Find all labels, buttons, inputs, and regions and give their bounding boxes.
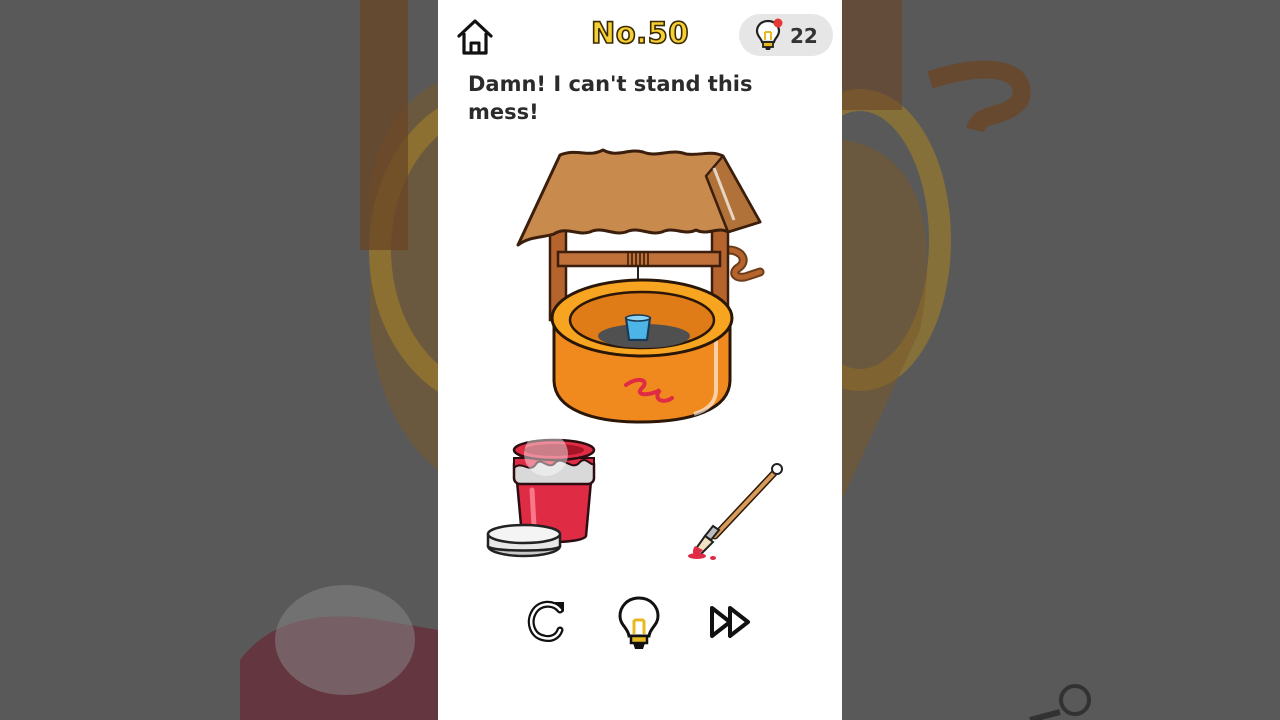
hint-button[interactable] xyxy=(610,590,668,656)
skip-button[interactable] xyxy=(702,590,760,656)
control-bar xyxy=(438,590,842,660)
puzzle-scene xyxy=(438,140,842,440)
fast-forward-icon xyxy=(710,606,750,638)
lightbulb-icon xyxy=(755,18,783,50)
paint-brush-icon xyxy=(688,463,783,560)
restart-button[interactable] xyxy=(520,590,578,656)
paint-bucket-icon xyxy=(486,432,596,558)
puzzle-prompt: Damn! I can't stand this mess! xyxy=(468,72,753,124)
hint-count: 22 xyxy=(790,24,818,48)
restart-icon xyxy=(527,600,564,642)
hint-counter[interactable]: 22 xyxy=(739,14,833,56)
lightbulb-icon xyxy=(618,596,660,649)
wishing-well[interactable] xyxy=(438,140,842,440)
paint-bucket[interactable] xyxy=(486,430,616,566)
paint-brush[interactable] xyxy=(683,460,793,564)
game-panel: No.50 22 Damn! I can't stand this mess! xyxy=(438,0,842,720)
